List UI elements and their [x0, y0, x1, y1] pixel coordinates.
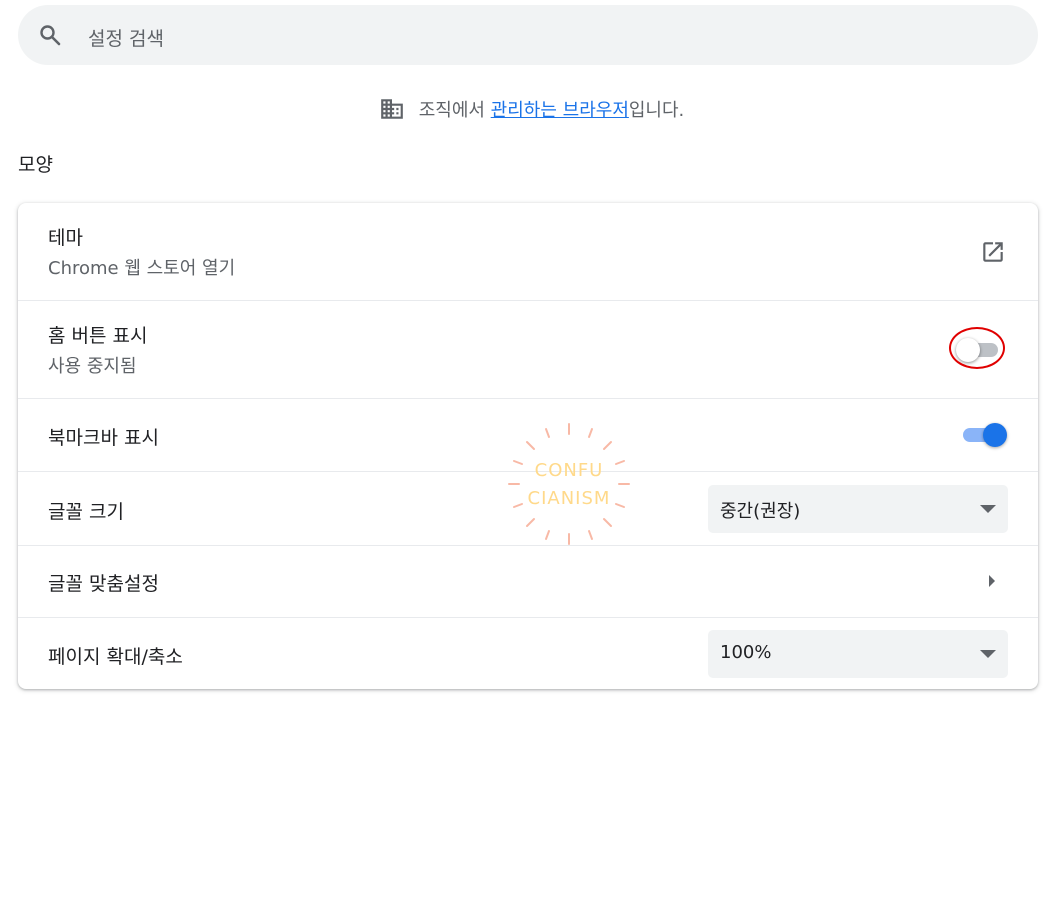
font-size-select[interactable]: 중간(권장)	[708, 485, 1008, 533]
bookmarks-bar-toggle[interactable]	[961, 420, 1007, 450]
home-button-toggle[interactable]	[956, 335, 1002, 365]
open-in-new-icon[interactable]	[980, 239, 1006, 265]
page-zoom-select[interactable]: 100%	[708, 630, 1008, 678]
chevron-right-icon[interactable]	[989, 575, 995, 587]
font-size-row: 글꼴 크기 중간(권장)	[18, 471, 1038, 545]
settings-search-bar[interactable]: 설정 검색	[18, 5, 1038, 65]
bookmarks-bar-row: 북마크바 표시	[18, 398, 1038, 471]
page-zoom-value: 100%	[720, 642, 772, 663]
home-button-row: 홈 버튼 표시 사용 중지됨	[18, 300, 1038, 398]
font-size-label: 글꼴 크기	[48, 501, 124, 523]
toggle-knob	[956, 338, 980, 362]
toggle-knob	[983, 423, 1007, 447]
managed-browser-link[interactable]: 관리하는 브라우저	[491, 100, 629, 121]
managed-notice-prefix: 조직에서	[418, 100, 491, 121]
building-icon	[380, 99, 403, 119]
font-size-value: 중간(권장)	[720, 501, 801, 522]
managed-browser-notice: 조직에서 관리하는 브라우저입니다.	[0, 96, 1063, 122]
customize-fonts-row[interactable]: 글꼴 맞춤설정	[18, 545, 1038, 617]
appearance-card: 테마 Chrome 웹 스토어 열기 홈 버튼 표시 사용 중지됨 북마크바 표…	[18, 203, 1038, 689]
theme-label: 테마	[48, 227, 83, 249]
search-input[interactable]: 설정 검색	[88, 24, 164, 51]
home-button-label: 홈 버튼 표시	[48, 325, 148, 347]
theme-sublabel: Chrome 웹 스토어 열기	[48, 258, 236, 279]
dropdown-caret-icon	[980, 505, 996, 513]
dropdown-caret-icon	[980, 650, 996, 658]
managed-notice-suffix: 입니다.	[628, 100, 685, 121]
customize-fonts-label: 글꼴 맞춤설정	[48, 573, 159, 595]
bookmarks-bar-label: 북마크바 표시	[48, 427, 159, 449]
page-zoom-row: 페이지 확대/축소 100%	[18, 617, 1038, 689]
theme-row[interactable]: 테마 Chrome 웹 스토어 열기	[18, 203, 1038, 300]
search-icon	[40, 25, 61, 46]
section-title-appearance: 모양	[18, 154, 53, 176]
home-button-status: 사용 중지됨	[48, 356, 137, 377]
page-zoom-label: 페이지 확대/축소	[48, 646, 183, 668]
